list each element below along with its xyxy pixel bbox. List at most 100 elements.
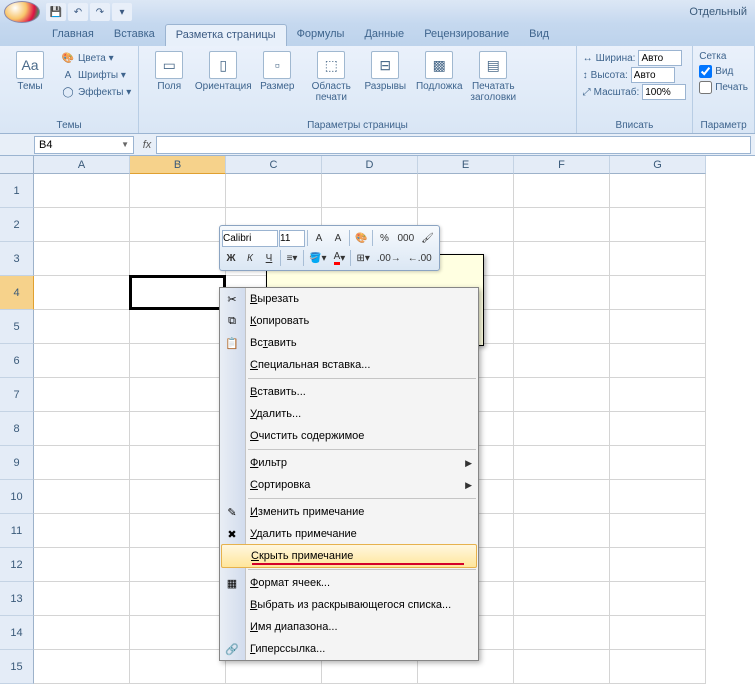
cell[interactable] (130, 344, 226, 378)
sheet-print-check[interactable]: Печать (697, 80, 750, 95)
cell[interactable] (130, 208, 226, 242)
cell[interactable] (130, 548, 226, 582)
row-14[interactable]: 14 (0, 616, 34, 650)
cell[interactable] (610, 582, 706, 616)
col-B[interactable]: B (130, 156, 226, 174)
mini-inc-decimal[interactable]: .00→ (374, 249, 404, 267)
row-1[interactable]: 1 (0, 174, 34, 208)
cell[interactable] (226, 174, 322, 208)
cell[interactable] (34, 514, 130, 548)
themes-button[interactable]: AaТемы (4, 48, 56, 95)
cell[interactable] (130, 650, 226, 684)
ctx-вырезать[interactable]: ✂Вырезать (220, 288, 478, 310)
col-G[interactable]: G (610, 156, 706, 174)
cell[interactable] (514, 242, 610, 276)
row-10[interactable]: 10 (0, 480, 34, 514)
row-3[interactable]: 3 (0, 242, 34, 276)
cell[interactable] (514, 514, 610, 548)
theme-fonts[interactable]: AШрифты ▾ (58, 67, 134, 83)
cell[interactable] (610, 378, 706, 412)
cell[interactable] (34, 208, 130, 242)
cell[interactable] (34, 480, 130, 514)
cell[interactable] (34, 378, 130, 412)
mini-align-icon[interactable]: ≡▾ (283, 249, 301, 267)
print-titles-button[interactable]: ▤Печатать заголовки (467, 48, 519, 106)
mini-format-painter[interactable]: 🖌 (418, 229, 437, 247)
cell[interactable] (418, 174, 514, 208)
margins-button[interactable]: ▭Поля (143, 48, 195, 95)
row-15[interactable]: 15 (0, 650, 34, 684)
fx-icon[interactable]: fx (138, 139, 156, 151)
cell[interactable] (514, 616, 610, 650)
mini-dec-decimal[interactable]: ←.00 (405, 249, 435, 267)
size-button[interactable]: ▫Размер (251, 48, 303, 95)
mini-grow-font[interactable]: A (310, 229, 328, 247)
row-4[interactable]: 4 (0, 276, 34, 310)
cell[interactable] (610, 514, 706, 548)
col-A[interactable]: A (34, 156, 130, 174)
ctx-имя-диапазона-[interactable]: Имя диапазона... (220, 616, 478, 638)
scale-percent[interactable]: ⤢Масштаб: (581, 84, 689, 100)
office-button[interactable] (4, 1, 40, 23)
cell[interactable] (610, 650, 706, 684)
col-E[interactable]: E (418, 156, 514, 174)
qat-save[interactable]: 💾 (46, 3, 66, 21)
cell[interactable] (610, 276, 706, 310)
print-area-button[interactable]: ⬚Область печати (305, 48, 357, 106)
cell[interactable] (322, 174, 418, 208)
ctx-сортировка[interactable]: Сортировка▶ (220, 474, 478, 496)
cell[interactable] (610, 412, 706, 446)
cell[interactable] (130, 378, 226, 412)
mini-size[interactable] (279, 230, 305, 247)
ctx-очистить-содержимое[interactable]: Очистить содержимое (220, 425, 478, 447)
cell[interactable] (130, 616, 226, 650)
cell[interactable] (34, 650, 130, 684)
mini-percent[interactable]: % (375, 229, 393, 247)
qat-undo[interactable]: ↶ (68, 3, 88, 21)
mini-borders-icon[interactable]: ⊞▾ (353, 249, 372, 267)
cell[interactable] (130, 310, 226, 344)
cell[interactable] (130, 480, 226, 514)
tab-formulas[interactable]: Формулы (287, 24, 355, 46)
ctx-удалить-[interactable]: Удалить... (220, 403, 478, 425)
ctx-гиперссылка-[interactable]: 🔗Гиперссылка... (220, 638, 478, 660)
mini-style-icon[interactable]: 🎨 (352, 229, 370, 247)
col-C[interactable]: C (226, 156, 322, 174)
cell[interactable] (34, 548, 130, 582)
tab-insert[interactable]: Вставка (104, 24, 165, 46)
ctx-скрыть-примечание[interactable]: Скрыть примечание (221, 544, 477, 568)
cell[interactable] (34, 582, 130, 616)
mini-bold[interactable]: Ж (222, 249, 240, 267)
ctx-выбрать-из-раскрывающегося-списка-[interactable]: Выбрать из раскрывающегося списка... (220, 594, 478, 616)
cell[interactable] (34, 616, 130, 650)
qat-redo[interactable]: ↷ (90, 3, 110, 21)
row-11[interactable]: 11 (0, 514, 34, 548)
cell[interactable] (514, 310, 610, 344)
mini-underline[interactable]: Ч (260, 249, 278, 267)
cell[interactable] (514, 446, 610, 480)
cell[interactable] (34, 276, 130, 310)
tab-review[interactable]: Рецензирование (414, 24, 519, 46)
cell[interactable] (610, 208, 706, 242)
col-D[interactable]: D (322, 156, 418, 174)
ctx-специальная-вставка-[interactable]: Специальная вставка... (220, 354, 478, 376)
cell[interactable] (130, 276, 226, 310)
cell[interactable] (610, 446, 706, 480)
cell[interactable] (514, 276, 610, 310)
orientation-button[interactable]: ▯Ориентация (197, 48, 249, 95)
cell[interactable] (130, 582, 226, 616)
mini-comma[interactable]: 000 (394, 229, 417, 247)
mini-fill-color[interactable]: 🪣▾ (306, 249, 329, 267)
scale-height[interactable]: ↕Высота: (581, 67, 689, 83)
cell[interactable] (514, 344, 610, 378)
ctx-вставить-[interactable]: Вставить... (220, 381, 478, 403)
cell[interactable] (34, 174, 130, 208)
ctx-копировать[interactable]: ⧉Копировать (220, 310, 478, 332)
tab-home[interactable]: Главная (42, 24, 104, 46)
cell[interactable] (34, 310, 130, 344)
cell[interactable] (130, 514, 226, 548)
cell[interactable] (34, 242, 130, 276)
cell[interactable] (610, 480, 706, 514)
ctx-удалить-примечание[interactable]: ✖Удалить примечание (220, 523, 478, 545)
cell[interactable] (514, 480, 610, 514)
